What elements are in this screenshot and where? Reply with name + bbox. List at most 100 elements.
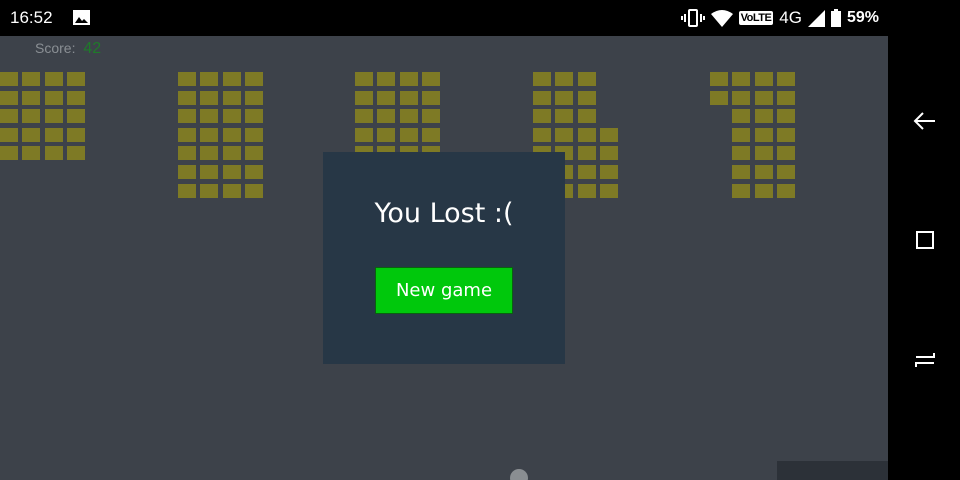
brick — [732, 128, 750, 142]
brick — [578, 91, 596, 105]
brick — [45, 91, 63, 105]
brick — [22, 128, 40, 142]
brick — [0, 72, 18, 86]
brick — [578, 128, 596, 142]
brick — [377, 128, 395, 142]
brick — [67, 128, 85, 142]
brick — [578, 184, 596, 198]
signal-icon — [807, 9, 825, 27]
brick — [578, 72, 596, 86]
brick — [245, 109, 263, 123]
brick — [732, 109, 750, 123]
brick — [200, 109, 218, 123]
brick — [178, 165, 196, 179]
brick — [777, 165, 795, 179]
brick — [755, 128, 773, 142]
brick — [578, 165, 596, 179]
brick — [67, 146, 85, 160]
brick — [245, 91, 263, 105]
brick — [355, 109, 373, 123]
brick — [178, 184, 196, 198]
brick — [600, 184, 618, 198]
new-game-button[interactable]: New game — [375, 267, 513, 314]
volte-badge: VoLTE — [738, 11, 774, 25]
brick — [732, 165, 750, 179]
game-area[interactable]: Score: 42 You Lost :( New game — [0, 36, 888, 480]
brick — [178, 91, 196, 105]
brick — [245, 184, 263, 198]
brick — [0, 146, 18, 160]
score-display: Score: 42 — [35, 40, 101, 58]
brick — [355, 91, 373, 105]
brick — [755, 146, 773, 160]
brick — [178, 72, 196, 86]
brick — [45, 72, 63, 86]
brick — [45, 146, 63, 160]
status-bar: 16:52 VoLTE 4G 59% — [0, 0, 888, 36]
status-icons: VoLTE 4G 59% — [680, 7, 879, 29]
brick — [777, 128, 795, 142]
brick — [45, 128, 63, 142]
wifi-icon — [710, 10, 733, 27]
brick — [732, 72, 750, 86]
brick — [755, 165, 773, 179]
recents-icon[interactable] — [912, 347, 938, 373]
brick — [400, 72, 418, 86]
brick — [22, 72, 40, 86]
game-over-dialog: You Lost :( New game — [323, 152, 565, 364]
brick — [223, 109, 241, 123]
brick — [777, 184, 795, 198]
brick — [755, 91, 773, 105]
brick — [223, 184, 241, 198]
home-icon[interactable] — [912, 227, 938, 253]
brick — [0, 91, 18, 105]
brick — [555, 128, 573, 142]
paddle[interactable] — [777, 461, 888, 480]
score-value: 42 — [83, 40, 102, 57]
brick — [200, 165, 218, 179]
brick — [245, 146, 263, 160]
brick — [245, 165, 263, 179]
brick — [178, 109, 196, 123]
brick — [355, 72, 373, 86]
brick — [245, 128, 263, 142]
brick — [223, 128, 241, 142]
brick — [710, 72, 728, 86]
brick — [555, 109, 573, 123]
brick — [67, 109, 85, 123]
brick — [422, 128, 440, 142]
brick — [777, 146, 795, 160]
brick — [245, 72, 263, 86]
brick — [600, 146, 618, 160]
network-type: 4G — [779, 8, 802, 27]
brick — [533, 91, 551, 105]
brick — [200, 184, 218, 198]
brick — [533, 128, 551, 142]
brick — [22, 146, 40, 160]
brick — [533, 72, 551, 86]
brick — [200, 72, 218, 86]
brick — [0, 128, 18, 142]
brick — [355, 128, 373, 142]
vibrate-icon — [680, 9, 705, 27]
brick — [400, 128, 418, 142]
brick — [422, 109, 440, 123]
brick — [178, 146, 196, 160]
brick — [710, 91, 728, 105]
brick — [22, 91, 40, 105]
brick — [200, 146, 218, 160]
brick — [67, 72, 85, 86]
ball — [510, 469, 528, 480]
brick — [67, 91, 85, 105]
brick — [200, 128, 218, 142]
brick — [400, 109, 418, 123]
brick — [223, 91, 241, 105]
brick — [400, 91, 418, 105]
brick — [732, 146, 750, 160]
game-over-title: You Lost :( — [374, 198, 514, 229]
brick — [732, 184, 750, 198]
brick — [555, 91, 573, 105]
battery-percent: 59% — [846, 9, 879, 26]
brick — [178, 128, 196, 142]
back-icon[interactable] — [912, 108, 938, 134]
